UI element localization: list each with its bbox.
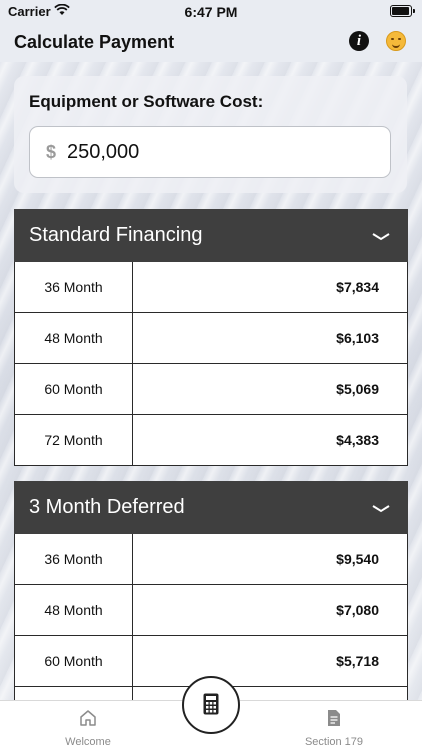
currency-symbol: $ bbox=[46, 142, 57, 162]
tab-label: Section 179 bbox=[304, 736, 364, 748]
status-time: 6:47 PM bbox=[184, 4, 238, 20]
term-cell: 48 Month bbox=[15, 585, 133, 635]
payment-cell: $5,718 bbox=[336, 653, 379, 669]
document-icon bbox=[299, 709, 369, 730]
deferred-header[interactable]: 3 Month Deferred bbox=[14, 481, 408, 534]
cost-input[interactable]: $ 250,000 bbox=[29, 126, 391, 178]
home-icon bbox=[58, 709, 118, 730]
calculator-button[interactable] bbox=[182, 676, 240, 734]
payment-cell: $7,080 bbox=[336, 602, 379, 618]
payment-cell: $9,540 bbox=[336, 551, 379, 567]
term-cell: 36 Month bbox=[15, 262, 133, 312]
cost-value[interactable]: 250,000 bbox=[67, 141, 139, 164]
standard-financing-section: Standard Financing 36 Month $7,834 48 Mo… bbox=[14, 209, 408, 466]
battery-icon bbox=[390, 5, 415, 17]
payment-cell: $4,383 bbox=[336, 432, 379, 448]
tab-welcome[interactable]: Welcome bbox=[58, 709, 118, 748]
table-row: 48 Month $6,103 bbox=[14, 313, 408, 364]
cost-label: Equipment or Software Cost: bbox=[29, 92, 264, 111]
payment-cell: $5,069 bbox=[336, 381, 379, 397]
tab-label: Welcome bbox=[65, 736, 111, 748]
standard-financing-header[interactable]: Standard Financing bbox=[14, 209, 408, 262]
cost-card: Equipment or Software Cost: $ 250,000 bbox=[14, 76, 407, 193]
term-cell: 36 Month bbox=[15, 534, 133, 584]
payment-cell: $7,834 bbox=[336, 279, 379, 295]
section-title: 3 Month Deferred bbox=[29, 496, 185, 518]
info-icon[interactable]: i bbox=[349, 31, 369, 51]
status-bar: Carrier 6:47 PM bbox=[0, 0, 422, 24]
navigation-bar: Calculate Payment i bbox=[0, 24, 422, 62]
table-row: 36 Month $9,540 bbox=[14, 534, 408, 585]
term-cell: 48 Month bbox=[15, 313, 133, 363]
table-row: 48 Month $7,080 bbox=[14, 585, 408, 636]
term-cell: 72 Month bbox=[15, 415, 133, 465]
payment-cell: $6,103 bbox=[336, 330, 379, 346]
tab-section-179[interactable]: Section 179 bbox=[299, 709, 369, 748]
smiley-face-icon[interactable] bbox=[386, 31, 406, 51]
calculator-icon bbox=[203, 693, 219, 720]
term-cell: 60 Month bbox=[15, 636, 133, 686]
section-title: Standard Financing bbox=[29, 224, 203, 246]
table-row: 72 Month $4,383 bbox=[14, 415, 408, 466]
term-cell: 60 Month bbox=[15, 364, 133, 414]
table-row: 36 Month $7,834 bbox=[14, 262, 408, 313]
page-title: Calculate Payment bbox=[14, 32, 175, 52]
table-row: 60 Month $5,069 bbox=[14, 364, 408, 415]
chevron-down-icon[interactable] bbox=[372, 229, 390, 247]
chevron-down-icon[interactable] bbox=[372, 501, 390, 519]
